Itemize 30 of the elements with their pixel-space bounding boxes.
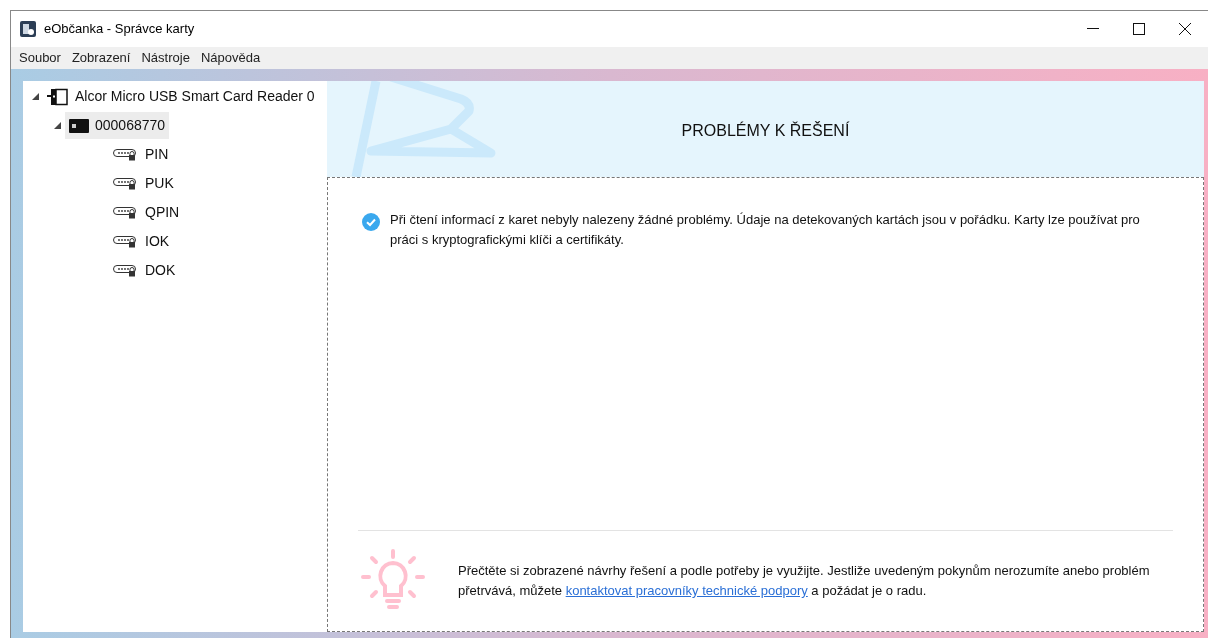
panel-title: PROBLÉMY K ŘEŠENÍ xyxy=(681,120,850,141)
menu-item[interactable]: Soubor xyxy=(19,48,61,68)
collapse-arrow-icon[interactable] xyxy=(53,122,61,129)
tree-item[interactable]: IOK xyxy=(109,228,174,255)
menu-item[interactable]: Nápověda xyxy=(200,48,261,68)
menu-item[interactable]: Nástroje xyxy=(141,48,190,68)
key-lock-icon xyxy=(113,177,139,190)
collapse-arrow-icon[interactable] xyxy=(31,93,39,100)
hint-text: Přečtěte si zobrazené návrhy řešení a podle potřeby je využijte. Jestliže uvedeným pokynům nerozumíte anebo problém přetrvává, můžete kontaktovat pracovníky technické podpory a požádat je o radu. xyxy=(458,562,1151,600)
key-lock-icon xyxy=(113,148,139,161)
tree-item[interactable]: PIN xyxy=(109,141,173,168)
check-circle-icon xyxy=(362,213,380,231)
app-icon xyxy=(20,21,36,37)
maximize-icon xyxy=(1133,23,1145,35)
menu-item[interactable]: Zobrazení xyxy=(71,48,131,68)
window-title: eObčanka - Správce karty xyxy=(44,20,195,39)
tree-item[interactable]: Alcor Micro USB Smart Card Reader 0 xyxy=(43,83,319,110)
key-lock-icon xyxy=(113,235,139,248)
tree-item[interactable]: PUK xyxy=(109,170,178,197)
chip-card-icon xyxy=(69,118,89,133)
support-link[interactable]: kontaktovat pracovníky technické podpory xyxy=(565,583,808,598)
close-icon xyxy=(1179,23,1191,35)
card-reader-icon xyxy=(47,87,69,106)
minimize-icon xyxy=(1087,28,1099,30)
status-message: Při čtení informací z karet nebyly nalezeny žádné problémy. Údaje na detekovaných kartách jsou v pořádku. Karty lze používat pro práci s kryptografickými klíči a certifikáty. xyxy=(390,211,1141,249)
tree-item[interactable]: DOK xyxy=(109,257,180,284)
tree-item[interactable]: QPIN xyxy=(109,199,184,226)
key-lock-icon xyxy=(113,206,139,219)
tree-item[interactable]: 000068770 xyxy=(65,112,170,139)
key-lock-icon xyxy=(113,264,139,277)
